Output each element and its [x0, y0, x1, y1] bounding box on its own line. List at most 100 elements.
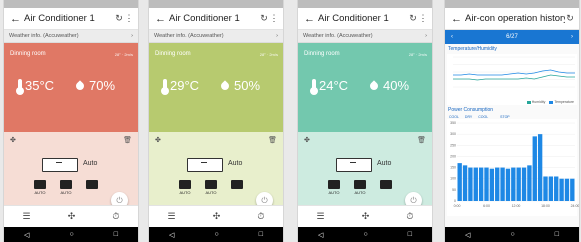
- app-bar: ← Air Conditioner 1 ↻ ⋮: [4, 8, 138, 30]
- vertical-vane-button[interactable]: AUTO: [326, 180, 342, 195]
- more-menu-icon[interactable]: ⋮: [418, 13, 428, 24]
- x-tick-label: 0:00: [454, 204, 461, 208]
- vane-controls: AUTO AUTO: [326, 180, 394, 195]
- droplet-icon: [219, 79, 231, 92]
- power-chart-svg: 350 300 250 200 150 100 50 00:00 6:00 12:00 18:00 2…: [450, 121, 579, 208]
- app-bar: ← Air-con operation history ↻: [445, 8, 579, 30]
- nav-recent-icon[interactable]: □: [555, 231, 559, 238]
- refresh-icon[interactable]: ↻: [259, 13, 269, 24]
- nav-back-icon[interactable]: ◁: [24, 231, 29, 239]
- tab-fan-icon[interactable]: ✣: [362, 211, 370, 222]
- x-tick-label: 24:00: [571, 204, 579, 208]
- nav-back-icon[interactable]: ◁: [169, 231, 174, 239]
- airflow-button[interactable]: [378, 180, 394, 195]
- page-title: Air Conditioner 1: [24, 13, 95, 24]
- tab-temperature-icon[interactable]: ☰: [317, 211, 325, 222]
- tab-temperature-icon[interactable]: ☰: [23, 211, 31, 222]
- tab-temperature-icon[interactable]: ☰: [168, 211, 176, 222]
- power-bar: [457, 163, 462, 201]
- air-conditioner-icon: [187, 158, 223, 172]
- more-menu-icon[interactable]: ⋮: [269, 13, 279, 24]
- back-arrow-icon[interactable]: ←: [451, 13, 465, 25]
- power-bar: [473, 167, 478, 201]
- nav-home-icon[interactable]: ○: [510, 231, 514, 238]
- fan-icon[interactable]: ✤: [304, 136, 310, 144]
- tab-timer-icon[interactable]: ⏱: [406, 211, 413, 222]
- vane-vertical-label: AUTO: [179, 190, 191, 195]
- room-meta: 28° · 2m/s: [259, 52, 278, 57]
- humidity-readout: 50%: [219, 78, 260, 93]
- airflow-button[interactable]: [229, 180, 245, 195]
- thermometer-icon: [310, 78, 318, 95]
- next-date-button[interactable]: ›: [571, 34, 573, 40]
- nav-back-icon[interactable]: ◁: [318, 231, 323, 239]
- airflow-button[interactable]: [84, 180, 100, 195]
- y-tick-label: 50: [452, 188, 456, 192]
- airflow-icon: [380, 180, 392, 189]
- vane-vertical-label: AUTO: [34, 190, 46, 195]
- vane-horizontal-icon: [205, 180, 217, 189]
- refresh-icon[interactable]: ↻: [565, 13, 575, 24]
- y-tick-label: 250: [450, 143, 456, 147]
- page-title: Air-con operation history: [465, 13, 565, 24]
- status-bar: [4, 0, 138, 8]
- droplet-icon: [74, 79, 86, 92]
- air-conditioner-icon: [336, 158, 372, 172]
- refresh-icon[interactable]: ↻: [114, 13, 124, 24]
- power-bar: [554, 176, 559, 201]
- vertical-vane-button[interactable]: AUTO: [32, 180, 48, 195]
- power-bar: [478, 167, 484, 201]
- vane-horizontal-label: AUTO: [60, 190, 72, 195]
- more-menu-icon[interactable]: ⋮: [124, 13, 134, 24]
- x-tick-label: 12:00: [512, 204, 521, 208]
- trash-icon[interactable]: 🗑: [123, 136, 132, 144]
- weather-row[interactable]: Weather info. (Accuweather) ›: [4, 30, 138, 43]
- nav-back-icon[interactable]: ◁: [465, 231, 470, 239]
- mode-label: Auto: [228, 160, 243, 167]
- back-arrow-icon[interactable]: ←: [304, 13, 318, 25]
- nav-recent-icon[interactable]: □: [259, 231, 263, 238]
- nav-home-icon[interactable]: ○: [363, 231, 367, 238]
- refresh-icon[interactable]: ↻: [408, 13, 418, 24]
- tab-timer-icon[interactable]: ⏱: [257, 211, 264, 222]
- trash-icon[interactable]: 🗑: [417, 136, 426, 144]
- back-arrow-icon[interactable]: ←: [10, 13, 24, 25]
- room-panel: Dinning room 28° · 2m/s 24°C 40%: [298, 43, 432, 132]
- prev-date-button[interactable]: ‹: [451, 34, 453, 40]
- nav-recent-icon[interactable]: □: [408, 231, 412, 238]
- tab-fan-icon[interactable]: ✣: [213, 211, 221, 222]
- humidity-value: 40%: [383, 78, 410, 93]
- trash-icon[interactable]: 🗑: [268, 136, 277, 144]
- weather-row[interactable]: Weather info. (Accuweather) ›: [149, 30, 283, 43]
- vane-horizontal-label: AUTO: [205, 190, 217, 195]
- horizontal-vane-button[interactable]: AUTO: [352, 180, 368, 195]
- vane-horizontal-label: AUTO: [354, 190, 366, 195]
- date-navigator: ‹ 6/27 ›: [445, 30, 579, 44]
- y-tick-label: 300: [450, 132, 456, 136]
- system-nav-bar: ◁ ○ □: [149, 227, 283, 242]
- page-title: Air Conditioner 1: [169, 13, 240, 24]
- ac-phone-1: ← Air Conditioner 1 ↻ ⋮ Weather info. (A…: [3, 0, 139, 242]
- weather-row[interactable]: Weather info. (Accuweather) ›: [298, 30, 432, 43]
- power-bar: [484, 167, 489, 201]
- horizontal-vane-button[interactable]: AUTO: [58, 180, 74, 195]
- nav-home-icon[interactable]: ○: [69, 231, 73, 238]
- tab-fan-icon[interactable]: ✣: [68, 211, 76, 222]
- status-bar: [298, 0, 432, 8]
- temp-humidity-title: Temperature/Humidity: [448, 46, 497, 52]
- date-label: 6/27: [506, 34, 518, 40]
- droplet-icon: [368, 79, 380, 92]
- fan-icon[interactable]: ✤: [155, 136, 161, 144]
- temperature-series-line: [453, 69, 575, 76]
- weather-label: Weather info. (Accuweather): [9, 33, 79, 39]
- tab-timer-icon[interactable]: ⏱: [112, 211, 119, 222]
- power-bar: [468, 167, 473, 201]
- ac-phone-2: ← Air Conditioner 1 ↻ ⋮ Weather info. (A…: [148, 0, 284, 242]
- nav-recent-icon[interactable]: □: [114, 231, 118, 238]
- horizontal-vane-button[interactable]: AUTO: [203, 180, 219, 195]
- fan-icon[interactable]: ✤: [10, 136, 16, 144]
- power-bar: [527, 165, 532, 201]
- nav-home-icon[interactable]: ○: [214, 231, 218, 238]
- vertical-vane-button[interactable]: AUTO: [177, 180, 193, 195]
- back-arrow-icon[interactable]: ←: [155, 13, 169, 25]
